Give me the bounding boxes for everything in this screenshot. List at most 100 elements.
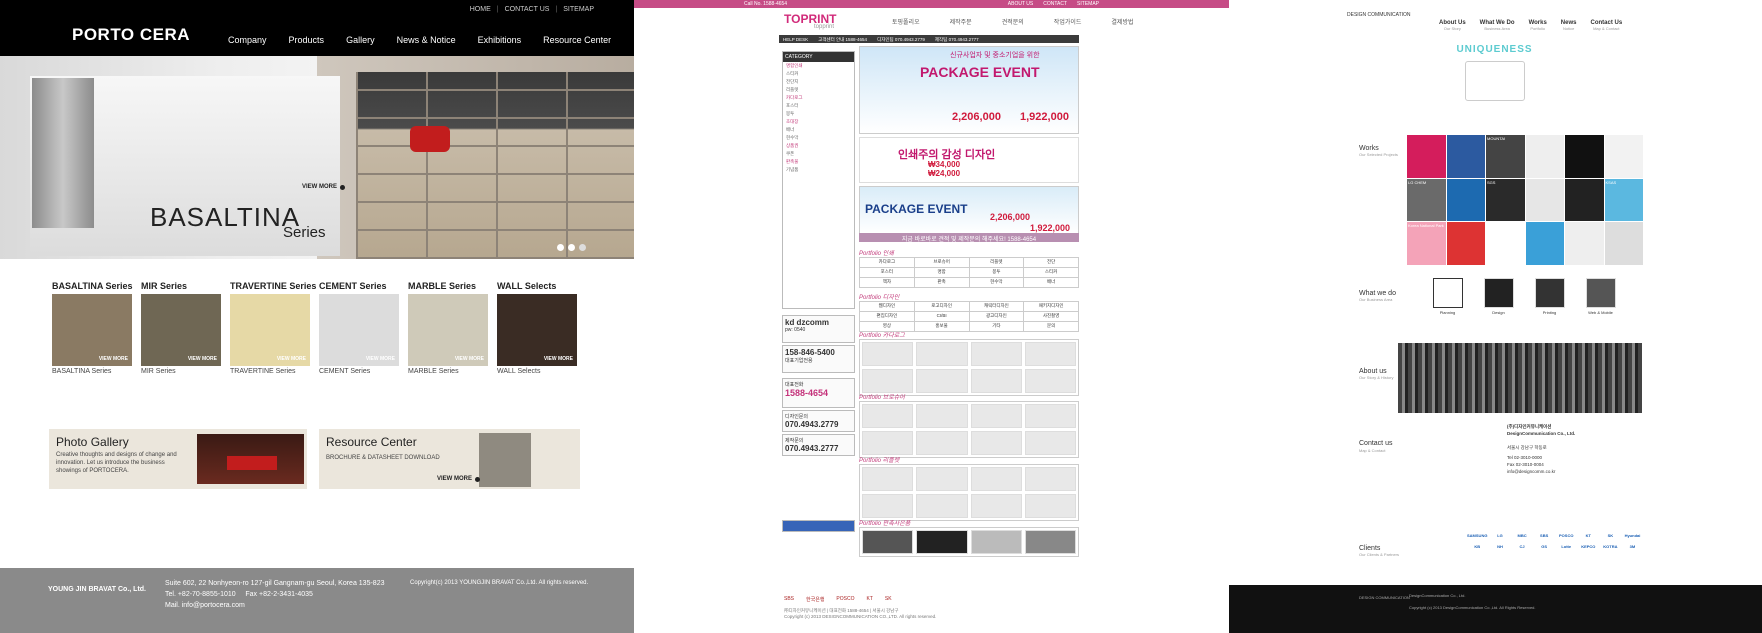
nav-news[interactable]: News Notice [1561, 20, 1577, 31]
hero-view-more[interactable]: VIEW MORE [302, 184, 346, 190]
nav-exhibitions[interactable]: Exhibitions [478, 35, 522, 45]
arrow-dot-icon [475, 476, 481, 482]
swatch[interactable]: VIEW MORE [141, 294, 221, 366]
swatch[interactable]: VIEW MORE [408, 294, 488, 366]
series-card[interactable]: MARBLE Series VIEW MORE MARBLE Series [408, 281, 488, 375]
category-item[interactable]: 스티커 [783, 70, 854, 78]
contact-us-link[interactable]: CONTACT US [505, 6, 550, 13]
series-card[interactable]: BASALTINA Series VIEW MORE BASALTINA Ser… [52, 281, 133, 375]
nav-item[interactable]: 제작주문 [950, 17, 972, 26]
work-tile[interactable]: SGS [1486, 178, 1525, 222]
work-tile[interactable] [1604, 222, 1643, 265]
nav-about-us[interactable]: About Us Our Story [1439, 20, 1466, 31]
side-box[interactable]: 158-846-5400 대표기업전용 [782, 345, 855, 373]
category-item[interactable]: 판촉물 [783, 158, 854, 166]
slide-dot[interactable] [568, 244, 575, 251]
nav-company[interactable]: Company [228, 35, 267, 45]
work-tile[interactable]: MOUNTAI [1486, 135, 1525, 178]
sitemap-link[interactable]: SITEMAP [563, 6, 594, 13]
category-item[interactable]: 기념품 [783, 166, 854, 174]
header: DESIGN COMMUNICATION About Us Our Story W… [1229, 0, 1762, 38]
work-tile[interactable] [1604, 135, 1643, 178]
nav-item[interactable]: 작업가이드 [1054, 17, 1082, 26]
category-item[interactable]: 리플렛 [783, 86, 854, 94]
swatch[interactable]: VIEW MORE [230, 294, 310, 366]
fridge-image [32, 78, 94, 228]
nav-item[interactable]: 결제방법 [1111, 17, 1133, 26]
side-box[interactable]: 제작문의 070.4943.2777 [782, 434, 855, 456]
series-card[interactable]: CEMENT Series VIEW MORE CEMENT Series [319, 281, 399, 375]
side-box[interactable]: 디자인문의 070.4943.2779 [782, 410, 855, 432]
work-tile[interactable] [1446, 135, 1485, 178]
work-tile[interactable]: Korea National Park [1407, 222, 1446, 265]
work-tile[interactable]: KSAS [1604, 178, 1643, 222]
category-item[interactable]: 카다로그 [783, 94, 854, 102]
what-item[interactable]: Web & Mobile [1582, 278, 1619, 315]
package-event-banner[interactable]: 신규사업자 및 중소기업을 위한 PACKAGE EVENT 2,206,000… [859, 46, 1079, 134]
work-tile[interactable] [1565, 178, 1604, 222]
hero-banner[interactable]: BASALTINA Series VIEW MORE [0, 56, 634, 259]
series-card[interactable]: MIR Series VIEW MORE MIR Series [141, 281, 221, 375]
slide-dot[interactable] [579, 244, 586, 251]
side-box[interactable]: 대표전화 1588-4654 [782, 378, 855, 408]
about-us-link[interactable]: ABOUT US [1008, 1, 1033, 7]
nav-products[interactable]: Products [289, 35, 325, 45]
resource-view-more[interactable]: VIEW MORE [437, 476, 481, 482]
works-grid: MOUNTAI LG CHEM SGS KSAS Korea National … [1407, 135, 1643, 265]
home-link[interactable]: HOME [470, 6, 491, 13]
nav-gallery[interactable]: Gallery [346, 35, 375, 45]
side-box[interactable]: kd dzcomm pw: 0540 [782, 315, 855, 343]
work-tile[interactable]: LG CHEM [1407, 178, 1446, 222]
work-tile[interactable] [1525, 135, 1564, 178]
slide-dot[interactable] [557, 244, 564, 251]
call-bar[interactable]: 지금 바로바로 견적 및 제작문의 해주세요! 1588-4654 [859, 233, 1079, 243]
help-desk-bar: HELP DESK 고객센터 안내 1588-4654 디자인팀 070.4943.… [779, 35, 1079, 43]
swatch[interactable]: VIEW MORE [319, 294, 399, 366]
work-tile[interactable] [1446, 222, 1485, 265]
category-item[interactable]: 봉투 [783, 110, 854, 118]
about-image[interactable] [1398, 343, 1642, 413]
what-item[interactable]: Design [1480, 278, 1517, 315]
package-event-banner-2[interactable]: PACKAGE EVENT 2,206,000 1,922,000 [859, 186, 1079, 234]
facebook-button[interactable] [782, 520, 855, 532]
nav-news-notice[interactable]: News & Notice [397, 35, 456, 45]
footer-copyright: Copyright(c) 2013 YOUNGJIN BRAVAT Co.,Lt… [410, 580, 589, 586]
category-item[interactable]: 쿠폰 [783, 150, 854, 158]
work-tile[interactable] [1565, 135, 1604, 178]
series-card[interactable]: TRAVERTINE Series VIEW MORE TRAVERTINE S… [230, 281, 316, 375]
work-tile[interactable] [1446, 178, 1485, 222]
brochure-image [479, 433, 531, 487]
nav-what-we-do[interactable]: What We Do Business Area [1480, 20, 1515, 31]
sitemap-link[interactable]: SITEMAP [1077, 1, 1099, 7]
design-banner[interactable]: 인쇄주의 감성 디자인 ₩34,000 ₩24,000 [859, 137, 1079, 183]
what-item[interactable]: Planning [1429, 278, 1466, 315]
photo-gallery-box[interactable]: Photo Gallery Creative thoughts and desi… [49, 429, 307, 489]
work-tile[interactable] [1565, 222, 1604, 265]
category-item[interactable]: 현수막 [783, 134, 854, 142]
portfolio-leaflet: Portfolio 리플렛 [859, 455, 1079, 521]
nav-works[interactable]: Works Portfolio [1529, 20, 1547, 31]
category-item[interactable]: 명함인쇄 [783, 62, 854, 70]
resource-center-box[interactable]: Resource Center BROCHURE & DATASHEET DOW… [319, 429, 580, 489]
client-logo: Lotte [1561, 544, 1572, 549]
work-tile[interactable] [1525, 222, 1564, 265]
logo[interactable]: DESIGN COMMUNICATION [1347, 13, 1411, 18]
category-item[interactable]: 전단지 [783, 78, 854, 86]
contact-link[interactable]: CONTACT [1043, 1, 1067, 7]
logo[interactable]: PORTO CERA [72, 25, 190, 45]
nav-item[interactable]: 견적문의 [1002, 17, 1024, 26]
category-item[interactable]: 상품권 [783, 142, 854, 150]
nav-contact-us[interactable]: Contact Us Map & Contact [1590, 20, 1622, 31]
work-tile[interactable] [1486, 222, 1525, 265]
swatch[interactable]: VIEW MORE [497, 294, 577, 366]
series-card[interactable]: WALL Selects VIEW MORE WALL Selects [497, 281, 577, 375]
category-item[interactable]: 배너 [783, 126, 854, 134]
nav-resource-center[interactable]: Resource Center [543, 35, 611, 45]
work-tile[interactable] [1525, 178, 1564, 222]
what-item[interactable]: Printing [1531, 278, 1568, 315]
category-item[interactable]: 초대장 [783, 118, 854, 126]
work-tile[interactable] [1407, 135, 1446, 178]
nav-item[interactable]: 토핑폴리오 [892, 17, 920, 26]
swatch[interactable]: VIEW MORE [52, 294, 132, 366]
category-item[interactable]: 포스터 [783, 102, 854, 110]
